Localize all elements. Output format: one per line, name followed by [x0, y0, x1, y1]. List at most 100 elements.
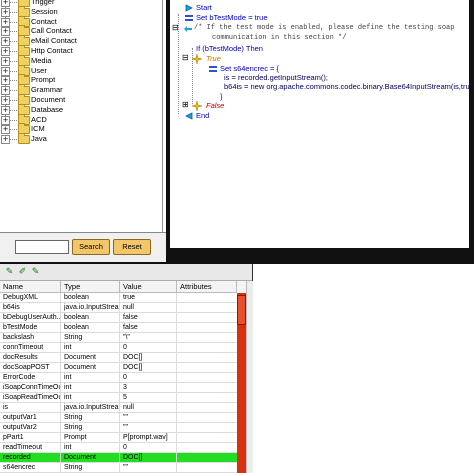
code-b64-line[interactable]: b64is = new org.apache.commons.codec.bin…	[224, 82, 469, 92]
tree-item-label: User	[31, 65, 47, 75]
variable-row[interactable]: ErrorCode int 0	[0, 373, 237, 383]
variable-row[interactable]: iSoapReadTimeOut int 5	[0, 393, 237, 403]
variable-row[interactable]: docSoapPOST Document DOC[]	[0, 363, 237, 373]
variable-attributes	[177, 303, 237, 313]
variable-type: String	[61, 413, 120, 423]
properties-pane	[252, 264, 474, 473]
end-icon	[185, 112, 193, 120]
variable-name: connTimeout	[0, 343, 61, 353]
variable-type: java.io.InputStream	[61, 303, 120, 313]
tree-connector	[9, 31, 17, 33]
edit-variable-icon[interactable]: ✐	[18, 267, 27, 276]
variable-attributes	[177, 463, 237, 473]
variable-type: int	[61, 343, 120, 353]
variable-row[interactable]: bTestMode boolean false	[0, 323, 237, 333]
variable-name: backslash	[0, 333, 61, 343]
column-header-type[interactable]: Type	[61, 281, 120, 293]
tree-item[interactable]: + Java	[0, 133, 160, 145]
tree-item-label: ACD	[31, 114, 47, 124]
variable-type: Document	[61, 363, 120, 373]
repository-tree: + Trigger + Session + Contact + Call Contact + eM…	[0, 0, 163, 232]
variable-attributes	[177, 313, 237, 323]
search-input[interactable]	[15, 240, 69, 254]
variable-type: boolean	[61, 293, 120, 303]
variable-value: 0	[120, 443, 177, 453]
tree-item-label: Document	[31, 95, 66, 104]
variable-row[interactable]: bDebugUserAuth... boolean false	[0, 313, 237, 323]
variable-row[interactable]: DebugXML boolean true	[0, 293, 237, 303]
end-node[interactable]: End	[196, 111, 209, 121]
variable-row[interactable]: backslash String "\"	[0, 333, 237, 343]
collapse-icon[interactable]: ⊟	[172, 23, 179, 33]
tree-connector	[9, 139, 17, 141]
if-node[interactable]: If (bTestMode) Then	[196, 44, 263, 54]
variable-row[interactable]: iSoapConnTimeOut int 3	[0, 383, 237, 393]
variable-row[interactable]: docResults Document DOC[]	[0, 353, 237, 363]
start-icon	[185, 4, 193, 12]
variable-row[interactable]: pPart1 Prompt P[prompt.wav]	[0, 433, 237, 443]
variable-value: 0	[120, 343, 177, 353]
variable-attributes	[177, 433, 237, 443]
variable-attributes	[177, 383, 237, 393]
variable-row[interactable]: outputVar2 String ""	[0, 423, 237, 433]
variable-type: String	[61, 333, 120, 343]
assign-icon	[209, 66, 217, 72]
variable-row[interactable]: s64encrec String ""	[0, 463, 237, 473]
comment-line-2[interactable]: communication in this section */	[212, 33, 346, 43]
variable-name: DebugXML	[0, 293, 61, 303]
tree-item-label: Contact	[31, 16, 57, 26]
variable-name: docSoapPOST	[0, 363, 61, 373]
tree-item-label: eMail Contact	[31, 36, 77, 46]
script-editor[interactable]: Start Set bTestMode = true ⊟ /* If the t…	[170, 0, 469, 248]
variable-name: outputVar1	[0, 413, 61, 423]
variable-attributes	[177, 413, 237, 423]
variable-row[interactable]: outputVar1 String ""	[0, 413, 237, 423]
variable-type: String	[61, 463, 120, 473]
tree-connector	[9, 41, 17, 43]
true-branch-label[interactable]: True	[206, 54, 221, 64]
variable-attributes	[177, 393, 237, 403]
column-header-attributes[interactable]: Attributes	[177, 281, 237, 293]
variable-value: ""	[120, 423, 177, 433]
variable-value: 0	[120, 373, 177, 383]
column-header-name[interactable]: Name	[0, 281, 61, 293]
search-button[interactable]: Search	[72, 239, 110, 255]
variable-type: Document	[61, 353, 120, 363]
true-branch-icon	[192, 54, 202, 64]
add-variable-icon[interactable]: ✎	[5, 267, 14, 276]
variable-name: iSoapConnTimeOut	[0, 383, 61, 393]
scrollbar-thumb[interactable]	[237, 295, 246, 325]
variable-row[interactable]: b64is java.io.InputStream null	[0, 303, 237, 313]
variable-name: pPart1	[0, 433, 61, 443]
delete-variable-icon[interactable]: ✎	[31, 267, 40, 276]
tree-connector	[9, 11, 17, 13]
variable-name: s64encrec	[0, 463, 61, 473]
start-node[interactable]: Start	[196, 3, 212, 13]
false-branch-label[interactable]: False	[206, 101, 224, 111]
false-expand-icon[interactable]: ⊞	[182, 100, 189, 110]
variable-row[interactable]: is java.io.InputStream null	[0, 403, 237, 413]
variable-value: true	[120, 293, 177, 303]
column-header-value[interactable]: Value	[120, 281, 177, 293]
variable-value: DOC[]	[120, 453, 177, 463]
set-btestmode-node[interactable]: Set bTestMode = true	[196, 13, 268, 23]
tree-connector	[9, 109, 17, 111]
tree-connector	[9, 90, 17, 92]
variable-row[interactable]: recorded Document DOC[]	[0, 453, 237, 463]
variable-attributes	[177, 343, 237, 353]
variable-value: DOC[]	[120, 363, 177, 373]
tree-connector	[9, 100, 17, 101]
variable-row[interactable]: connTimeout int 0	[0, 343, 237, 353]
tree-item-label: Prompt	[31, 75, 56, 85]
variable-attributes	[177, 323, 237, 333]
false-branch-icon	[192, 101, 202, 111]
variable-row[interactable]: readTimeout int 0	[0, 443, 237, 453]
tree-item-label: ICM	[31, 124, 45, 134]
variable-name: outputVar2	[0, 423, 61, 433]
reset-button[interactable]: Reset	[113, 239, 151, 255]
comment-line-1[interactable]: /* If the test mode is enabled, please d…	[194, 23, 454, 33]
variable-value: "\"	[120, 333, 177, 343]
comment-icon	[184, 26, 192, 32]
variable-value: ""	[120, 463, 177, 473]
true-collapse-icon[interactable]: ⊟	[182, 53, 189, 63]
